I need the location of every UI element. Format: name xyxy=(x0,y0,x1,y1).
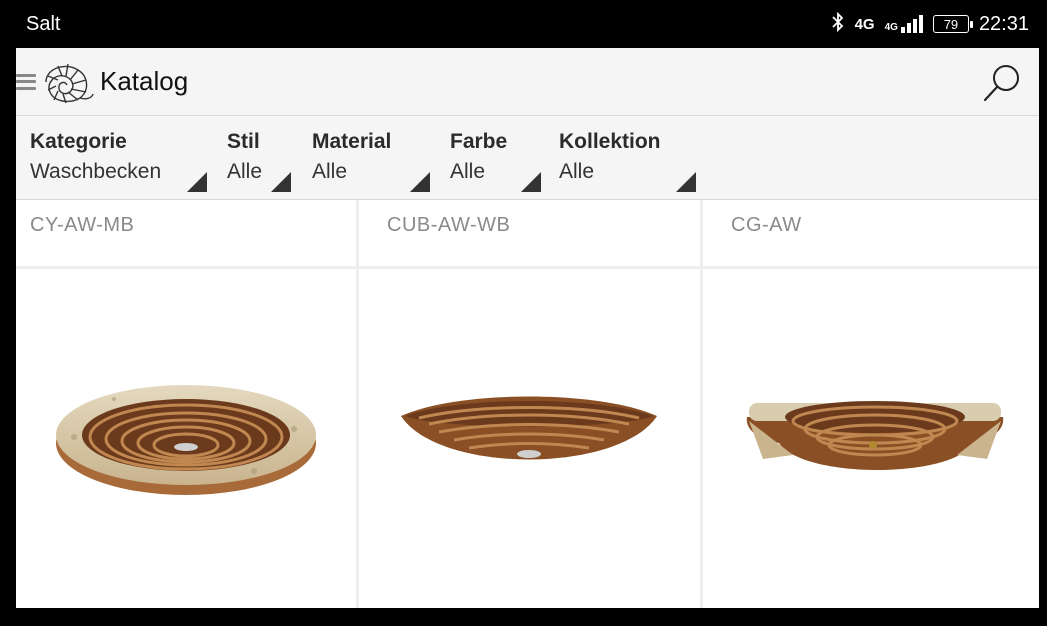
filter-label: Stil xyxy=(227,130,260,153)
status-bar: Salt 4G 4G 79 22:31 xyxy=(16,0,1039,48)
signal-icon xyxy=(900,15,923,33)
dropdown-arrow-icon[interactable] xyxy=(187,172,207,192)
filter-label: Material xyxy=(312,130,392,153)
filter-label: Kategorie xyxy=(30,130,127,153)
filter-label: Kollektion xyxy=(559,130,661,153)
network-type-label-secondary: 4G xyxy=(884,22,898,33)
filter-style[interactable]: Stil Alle xyxy=(227,130,262,184)
carrier-name: Salt xyxy=(26,12,61,35)
page-title: Katalog xyxy=(100,66,189,96)
frame-edge xyxy=(0,0,16,626)
product-sku: CG-AW xyxy=(731,214,802,236)
product-sku: CY-AW-MB xyxy=(30,214,135,236)
dropdown-arrow-icon[interactable] xyxy=(521,172,541,192)
frame-edge xyxy=(1039,0,1047,626)
filter-category[interactable]: Kategorie Waschbecken xyxy=(30,130,161,184)
product-image-oval-basin xyxy=(56,385,316,495)
battery-icon: 79 xyxy=(932,15,973,33)
filter-color[interactable]: Farbe Alle xyxy=(450,130,507,184)
product-image-boat-basin xyxy=(401,396,657,460)
filter-value: Alle xyxy=(312,160,348,183)
filter-value: Alle xyxy=(559,160,595,183)
filter-collection[interactable]: Kollektion Alle xyxy=(559,130,661,184)
clock: 22:31 xyxy=(978,12,1029,35)
dropdown-arrow-icon[interactable] xyxy=(271,172,291,192)
filter-value: Alle xyxy=(450,160,486,183)
bluetooth-icon xyxy=(831,11,845,37)
screen: Salt 4G 4G 79 22:31 Katalog Kategorie Wa… xyxy=(0,0,1047,626)
product-card-top-1[interactable]: CY-AW-MB xyxy=(16,200,356,266)
frame-edge xyxy=(0,608,1047,626)
product-card-top-2[interactable]: CUB-AW-WB xyxy=(359,200,700,266)
product-card-2[interactable] xyxy=(359,269,700,609)
dropdown-arrow-icon[interactable] xyxy=(676,172,696,192)
product-sku: CUB-AW-WB xyxy=(387,214,511,236)
filter-value: Waschbecken xyxy=(30,160,162,183)
app-bar: Katalog xyxy=(16,48,1039,116)
filter-value: Alle xyxy=(227,160,263,183)
search-icon[interactable] xyxy=(981,62,1023,104)
filter-label: Farbe xyxy=(450,130,508,153)
hamburger-menu-icon[interactable] xyxy=(16,71,38,93)
product-card-top-3[interactable]: CG-AW xyxy=(703,200,1039,266)
network-type-label: 4G xyxy=(854,15,875,33)
battery-level: 79 xyxy=(943,16,959,32)
dropdown-arrow-icon[interactable] xyxy=(410,172,430,192)
product-image-rim-basin xyxy=(746,401,1004,470)
product-card-3[interactable] xyxy=(703,269,1039,609)
nautilus-shell-logo-icon[interactable] xyxy=(40,58,94,106)
product-grid: CY-AW-MB CUB-AW-WB CG-AW xyxy=(16,200,1039,612)
filter-material[interactable]: Material Alle xyxy=(312,130,391,184)
status-icons: 4G 4G 79 22:31 xyxy=(831,11,1029,37)
filter-bar: Kategorie Waschbecken Stil Alle Material… xyxy=(16,116,1039,200)
product-card-1[interactable] xyxy=(16,269,356,609)
